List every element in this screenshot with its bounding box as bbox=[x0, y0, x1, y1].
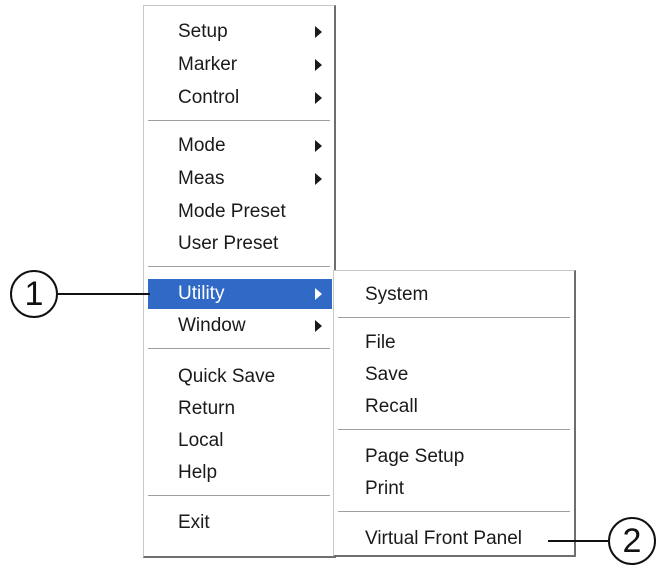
menu-item-label: Local bbox=[178, 430, 224, 451]
submenu-item-label: File bbox=[365, 332, 396, 353]
menu-item-utility[interactable]: Utility bbox=[148, 279, 332, 309]
submenu-item-file[interactable]: File bbox=[338, 328, 572, 358]
submenu-item-label: System bbox=[365, 284, 429, 305]
submenu-item-recall[interactable]: Recall bbox=[338, 392, 572, 422]
callout-badge-1: 1 bbox=[10, 270, 58, 318]
menu-separator bbox=[148, 120, 330, 122]
submenu-arrow-icon bbox=[315, 26, 322, 38]
menu-item-label: Setup bbox=[178, 21, 228, 42]
submenu-item-system[interactable]: System bbox=[338, 280, 572, 310]
submenu-item-label: Virtual Front Panel bbox=[365, 528, 523, 549]
menu-item-mode-preset[interactable]: Mode Preset bbox=[148, 197, 332, 227]
menu-item-label: Quick Save bbox=[178, 366, 276, 387]
submenu-item-print[interactable]: Print bbox=[338, 474, 572, 504]
menu-item-label: Exit bbox=[178, 512, 210, 533]
main-menu: Setup Marker Control Mode Meas Mode Pres… bbox=[143, 5, 336, 558]
menu-item-marker[interactable]: Marker bbox=[148, 50, 332, 80]
menu-item-quick-save[interactable]: Quick Save bbox=[148, 362, 332, 392]
submenu-item-page-setup[interactable]: Page Setup bbox=[338, 442, 572, 472]
submenu-arrow-icon bbox=[315, 140, 322, 152]
callout-leader-line-1 bbox=[58, 293, 150, 295]
menu-item-local[interactable]: Local bbox=[148, 426, 332, 456]
menu-item-label: Mode bbox=[178, 135, 226, 156]
submenu-arrow-icon bbox=[315, 173, 322, 185]
menu-item-label: Meas bbox=[178, 168, 225, 189]
submenu-arrow-icon bbox=[315, 288, 322, 300]
submenu-item-label: Save bbox=[365, 364, 409, 385]
menu-item-help[interactable]: Help bbox=[148, 458, 332, 488]
menu-item-label: Mode Preset bbox=[178, 201, 286, 222]
menu-separator bbox=[338, 511, 570, 513]
menu-item-setup[interactable]: Setup bbox=[148, 17, 332, 47]
menu-item-control[interactable]: Control bbox=[148, 83, 332, 113]
menu-item-label: Help bbox=[178, 462, 218, 483]
menu-separator bbox=[148, 495, 330, 497]
submenu-item-virtual-front-panel[interactable]: Virtual Front Panel bbox=[338, 524, 572, 554]
menu-separator bbox=[338, 429, 570, 431]
callout-leader-line-2 bbox=[548, 540, 608, 542]
callout-badge-2: 2 bbox=[608, 517, 656, 565]
menu-separator bbox=[338, 317, 570, 319]
submenu-arrow-icon bbox=[315, 320, 322, 332]
submenu-item-label: Print bbox=[365, 478, 405, 499]
menu-item-label: User Preset bbox=[178, 233, 279, 254]
menu-item-exit[interactable]: Exit bbox=[148, 508, 332, 538]
utility-submenu: System File Save Recall Page Setup Print… bbox=[333, 270, 576, 557]
menu-separator bbox=[148, 266, 330, 268]
submenu-arrow-icon bbox=[315, 92, 322, 104]
menu-item-mode[interactable]: Mode bbox=[148, 131, 332, 161]
submenu-item-label: Page Setup bbox=[365, 446, 465, 467]
menu-separator bbox=[148, 348, 330, 350]
submenu-arrow-icon bbox=[315, 59, 322, 71]
menu-item-label: Utility bbox=[178, 283, 225, 304]
menu-item-return[interactable]: Return bbox=[148, 394, 332, 424]
submenu-item-save[interactable]: Save bbox=[338, 360, 572, 390]
menu-item-user-preset[interactable]: User Preset bbox=[148, 229, 332, 259]
menu-item-label: Window bbox=[178, 315, 246, 336]
submenu-item-label: Recall bbox=[365, 396, 418, 417]
menu-item-label: Control bbox=[178, 87, 240, 108]
menu-item-label: Marker bbox=[178, 54, 238, 75]
menu-item-label: Return bbox=[178, 398, 236, 419]
menu-item-meas[interactable]: Meas bbox=[148, 164, 332, 194]
menu-item-window[interactable]: Window bbox=[148, 311, 332, 341]
